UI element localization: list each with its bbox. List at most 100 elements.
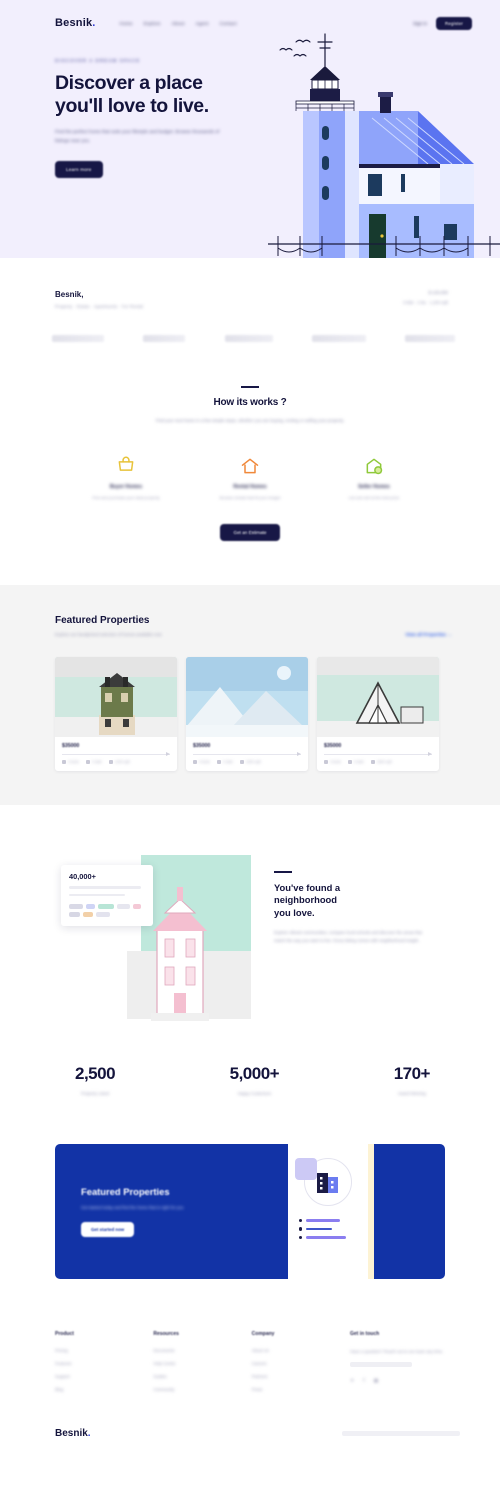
card-divider [324, 752, 432, 757]
footer-link[interactable]: Blog [55, 1387, 143, 1392]
bed-icon [193, 760, 197, 765]
neighborhood-heading-line3: you love. [274, 906, 315, 918]
feature-rental-homes[interactable]: Rental Homes Browse rentals that fit you… [211, 455, 289, 501]
bath-icon [216, 760, 221, 765]
get-estimate-button[interactable]: Get an Estimate [219, 524, 281, 542]
sell-home-icon [335, 455, 413, 477]
stat-label: Happy Customers [237, 1091, 272, 1097]
register-button[interactable]: Register [436, 16, 472, 30]
brand-dot: . [92, 17, 96, 29]
footer-heading: Get in touch [349, 1331, 380, 1338]
featured-header-left: Featured Properties Explore our handpick… [55, 615, 162, 637]
bath-icon [347, 760, 352, 765]
partner-logo-5 [405, 335, 455, 342]
victorian-house-image [55, 657, 177, 738]
property-card[interactable]: $35000 3 beds 2 bath 1200 sqft [55, 657, 177, 772]
nav-item-about[interactable]: About [172, 21, 185, 26]
bed-icon [62, 760, 66, 765]
listing-subtitle: Property · Estate · Apartments · For Ren… [55, 304, 144, 309]
footer-brand-name: Besnik [55, 1428, 88, 1440]
property-baths: 2 bath [91, 760, 102, 765]
hero-eyebrow: Discover a dream space [55, 58, 141, 63]
cta-lavender-accent [295, 1158, 317, 1181]
chip [69, 904, 83, 910]
view-all-properties-link[interactable]: View all Properties → [405, 632, 452, 637]
stat-chips [69, 904, 145, 918]
hero-headline: Discover a place you'll love to live. [55, 72, 250, 117]
how-it-works-subtitle: Find your next home in a few simple step… [155, 418, 345, 423]
instagram-icon[interactable]: ▣ [374, 1378, 379, 1384]
featured-subtitle: Explore our handpicked selection of home… [55, 632, 162, 638]
feature-buyer-homes[interactable]: Buyer Homes Find and purchase your ideal… [87, 455, 165, 501]
bullet-icon [299, 1235, 303, 1239]
footer-link[interactable]: Press [252, 1387, 340, 1392]
brand-logo[interactable]: Besnik. [55, 17, 96, 29]
stat-line [69, 893, 125, 897]
feature-seller-homes[interactable]: Seller Homes List and sell at the best p… [335, 455, 413, 501]
footer-link[interactable]: Support [55, 1374, 143, 1379]
property-baths: 3 bath [353, 760, 364, 765]
cta-banner-wrap: Featured Properties Get started today an… [0, 1096, 500, 1280]
hero-headline-line2: you'll love to live. [55, 94, 209, 117]
property-card-body: $35000 3 beds 2 bath 1200 sqft [55, 737, 177, 771]
cta-bar [306, 1235, 347, 1239]
signin-link[interactable]: Sign in [413, 21, 427, 26]
feature-title: Seller Homes [358, 484, 390, 491]
cta-subtitle: Get started today and find the home that… [81, 1204, 184, 1210]
footer-link[interactable]: Guides [153, 1374, 241, 1379]
listing-specs: 3 Bds · 2 Ba · 1,200 sqft [402, 300, 448, 305]
footer-heading: Product [55, 1331, 74, 1338]
listing-title-text: Besnik [55, 290, 82, 299]
stat-highlight-number: 40,000+ [69, 872, 96, 882]
partner-logos [0, 309, 500, 342]
footer-link[interactable]: About Us [252, 1348, 340, 1353]
listing-title-dot: , [81, 290, 84, 299]
feature-title: Buyer Homes [109, 484, 143, 491]
stats-row: 2,500 Property Listed 5,000+ Happy Custo… [0, 1030, 500, 1097]
how-it-works-features: Buyer Homes Find and purchase your ideal… [0, 455, 500, 501]
footer-link[interactable]: Pricing [55, 1348, 143, 1353]
property-card-body: $35000 3 beds 3 bath 1800 sqft [317, 737, 439, 771]
twitter-icon[interactable]: ✦ [350, 1378, 354, 1384]
footer-bottom-bar [342, 1431, 460, 1437]
footer-link[interactable]: Features [55, 1361, 143, 1366]
chip [133, 904, 141, 910]
footer-link[interactable]: Community [153, 1387, 241, 1392]
footer-contact-bar [349, 1362, 412, 1368]
hero-section: Besnik. Home Explore About Agent Contact… [0, 0, 500, 258]
property-card-list: $35000 3 beds 2 bath 1200 sqft $35000 4 … [0, 637, 500, 772]
listing-price: $ 125,000 [428, 290, 448, 295]
mountain-cabin-image [186, 657, 308, 738]
nav-item-agent[interactable]: Agent [196, 21, 209, 26]
nav-item-explore[interactable]: Explore [144, 21, 161, 26]
nav-item-home[interactable]: Home [120, 21, 133, 26]
bath-icon [85, 760, 90, 765]
footer-bottom: Besnik. [0, 1400, 500, 1458]
nav-links: Home Explore About Agent Contact [120, 21, 237, 26]
cta-copy: Featured Properties Get started today an… [55, 1186, 270, 1238]
property-card[interactable]: $35000 3 beds 3 bath 1800 sqft [317, 657, 439, 772]
stat-number: 5,000+ [229, 1064, 280, 1084]
footer-link[interactable]: Documents [153, 1348, 241, 1353]
view-all-label: View all Properties [405, 632, 447, 638]
property-area: 1200 sqft [114, 760, 130, 765]
card-divider [62, 752, 170, 757]
cta-button[interactable]: Get started now [81, 1222, 135, 1238]
footer-link[interactable]: Careers [252, 1361, 340, 1366]
listing-title: Besnik, [55, 290, 143, 299]
chip [98, 904, 114, 910]
nav-item-contact[interactable]: Contact [220, 21, 237, 26]
top-navigation: Besnik. Home Explore About Agent Contact… [0, 0, 500, 34]
neighborhood-paragraph: Explore vibrant communities, compare loc… [274, 929, 423, 944]
modern-barn-image [317, 657, 439, 738]
footer-link[interactable]: Partners [252, 1374, 340, 1379]
footer-column-contact: Get in touch Have a question? Reach out … [349, 1331, 460, 1400]
chip [69, 912, 80, 918]
footer-brand-logo[interactable]: Besnik. [55, 1428, 91, 1439]
property-area: 1500 sqft [245, 760, 261, 765]
footer-link[interactable]: Help Center [153, 1361, 241, 1366]
facebook-icon[interactable]: f [363, 1378, 364, 1384]
property-beds: 3 beds [330, 760, 341, 765]
property-card[interactable]: $35000 4 beds 2 bath 1500 sqft [186, 657, 308, 772]
hero-cta-button[interactable]: Learn more [55, 160, 103, 178]
